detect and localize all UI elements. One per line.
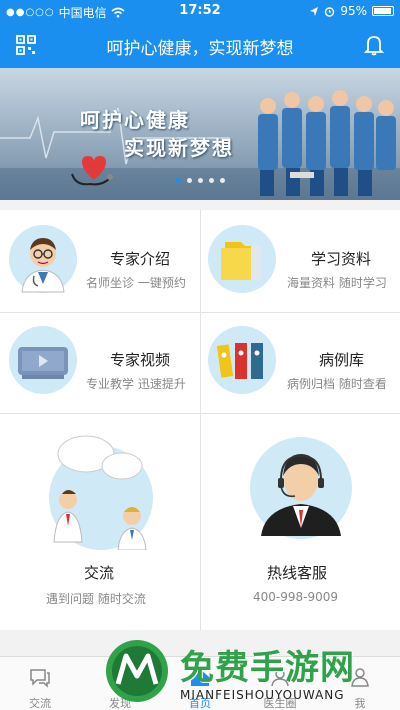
menu-item-study-material[interactable]: 学习资料 海量资料 随时学习 <box>201 210 400 312</box>
banner-slogan-line2: 实现新梦想 <box>124 136 234 160</box>
carousel-dot[interactable] <box>208 178 214 183</box>
watermark-text: 免费手游网 <box>180 648 355 688</box>
menu-item-subtitle: 病例归档 随时查看 <box>287 377 387 391</box>
page-title: 呵护心健康，实现新梦想 <box>106 39 294 59</box>
video-icon <box>9 326 77 394</box>
grid-divider <box>0 413 400 414</box>
watermark-subtext: MIANFEISHOUYOUWANG <box>180 688 345 702</box>
banner-slogan-line1: 呵护心健康 <box>80 108 190 132</box>
menu-item-subtitle: 海量资料 随时学习 <box>287 276 387 290</box>
carousel-dot[interactable] <box>175 178 181 183</box>
menu-item-hotline[interactable]: 热线客服 400-998-9009 <box>201 414 400 630</box>
menu-item-title: 交流 <box>84 564 115 582</box>
menu-item-title: 病例库 <box>319 351 365 369</box>
chat-people-icon <box>49 435 153 550</box>
nav-bar: 呵护心健康，实现新梦想 <box>0 22 400 68</box>
menu-item-title: 学习资料 <box>311 250 372 268</box>
doctor-icon <box>9 225 77 293</box>
menu-item-communication[interactable]: 交流 遇到问题 随时交流 <box>0 414 200 630</box>
location-icon <box>310 6 319 16</box>
tab-label: 交流 <box>29 697 51 710</box>
carousel-dot[interactable] <box>219 178 225 183</box>
menu-item-expert-intro[interactable]: 专家介绍 名师坐诊 一键预约 <box>0 210 200 312</box>
carousel-dot[interactable] <box>186 178 192 183</box>
menu-item-subtitle: 专业教学 迅速提升 <box>86 377 186 391</box>
hotline-number[interactable]: 400-998-9009 <box>253 590 338 604</box>
menu-item-subtitle: 名师坐诊 一键预约 <box>86 276 186 290</box>
status-bar: ●●○○○ 中国电信 17:52 95% <box>0 0 400 22</box>
bell-icon[interactable] <box>364 34 384 56</box>
menu-item-title: 专家视频 <box>110 351 171 369</box>
menu-item-case-library[interactable]: 病例库 病例归档 随时查看 <box>201 313 400 413</box>
menu-item-expert-video[interactable]: 专家视频 专业教学 迅速提升 <box>0 313 200 413</box>
carousel-indicator <box>0 178 400 183</box>
feature-grid: 专家介绍 名师坐诊 一键预约 学习资料 海量资料 随时学习 专家视频 专业教学 … <box>0 210 400 630</box>
battery-percent: 95% <box>340 4 367 18</box>
binders-icon <box>208 326 276 394</box>
carousel-dot[interactable] <box>197 178 203 183</box>
menu-item-title: 专家介绍 <box>110 250 171 268</box>
chat-icon <box>30 669 50 688</box>
menu-item-subtitle: 遇到问题 随时交流 <box>46 592 146 606</box>
promo-banner[interactable]: 呵护心健康 实现新梦想 <box>0 68 400 200</box>
battery-icon <box>372 6 394 16</box>
watermark-logo <box>106 640 168 702</box>
grid-divider <box>200 210 201 630</box>
tab-chat[interactable]: 交流 <box>0 657 80 710</box>
menu-item-title: 热线客服 <box>267 564 328 582</box>
folder-icon <box>208 225 276 293</box>
grid-divider <box>0 312 400 313</box>
support-agent-icon <box>250 437 352 539</box>
watermark: 免费手游网 MIANFEISHOUYOUWANG <box>100 632 400 710</box>
alarm-icon <box>325 6 335 17</box>
